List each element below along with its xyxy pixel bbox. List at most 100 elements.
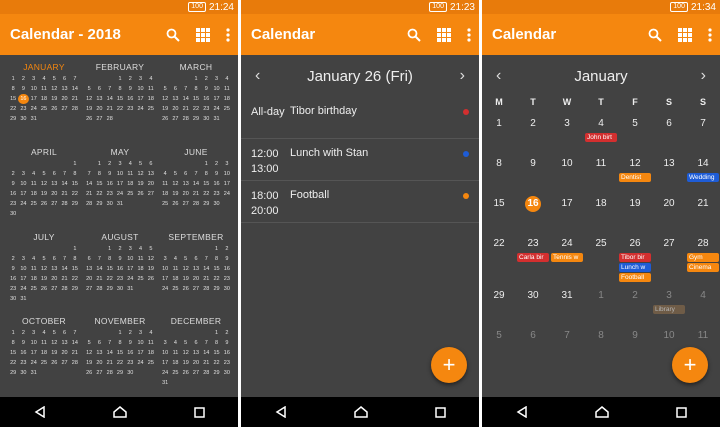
recents-icon[interactable] (193, 406, 205, 418)
mini-day: 24 (20, 285, 27, 292)
event-chip[interactable]: Dentist (619, 173, 651, 182)
mini-day: 23 (127, 106, 134, 112)
event-chip[interactable]: John birt (585, 133, 617, 142)
event-chip[interactable]: Gym (687, 253, 719, 262)
month-may[interactable]: MAY 1 2 3 4 5 6 7 8 9 10 11 12 13 14 15 16 17 18 19 20 21 22 23… (82, 143, 158, 228)
day-cell[interactable]: 15 (482, 190, 516, 230)
month-august[interactable]: AUGUST 1 2 3 4 5 6 7 8 9 10 11 12 13 14 15 16 17 18 19 20 21 2… (82, 228, 158, 313)
view-grid-icon[interactable] (433, 24, 455, 46)
day-cell[interactable]: 5 (482, 322, 516, 362)
day-cell[interactable]: 29 (482, 282, 516, 322)
day-cell[interactable]: 7 (550, 322, 584, 362)
event-chip[interactable]: Tibor bir (619, 253, 651, 262)
mini-day: 2 (11, 255, 15, 262)
navigation-bar (482, 397, 720, 427)
add-event-button[interactable]: + (672, 347, 708, 383)
month-september[interactable]: SEPTEMBER 1 2 3 4 5 6 7 8 9 10 11 12 13 14 15 16 17 18 19 20… (158, 228, 234, 313)
day-cell[interactable]: 12 Dentist (618, 150, 652, 190)
day-cell[interactable]: 14 Wedding (686, 150, 720, 190)
event-chip[interactable]: Lunch w (619, 263, 651, 272)
previous-day-chevron-icon[interactable]: ‹ (255, 67, 260, 85)
day-cell[interactable]: 3 (550, 110, 584, 150)
day-cell[interactable]: 1 (584, 282, 618, 322)
day-cell[interactable]: 6 (652, 110, 686, 150)
day-cell[interactable]: 9 (618, 322, 652, 362)
day-cell[interactable]: 31 (550, 282, 584, 322)
day-cell[interactable]: 1 (482, 110, 516, 150)
view-grid-icon[interactable] (674, 24, 696, 46)
event-row[interactable]: All-day Tibor birthday (241, 97, 479, 139)
day-cell[interactable]: 24 Tennis w (550, 230, 584, 282)
event-chip[interactable]: Tennis w (551, 253, 583, 262)
day-cell[interactable]: 8 (482, 150, 516, 190)
mini-day: 20 (51, 275, 58, 282)
recents-icon[interactable] (434, 406, 446, 418)
back-icon[interactable] (34, 406, 46, 418)
day-cell[interactable]: 16 (516, 190, 550, 230)
month-april[interactable]: APRIL 1 2 3 4 5 6 7 8 9 10 11 12 13 14 15 16 17 18 19 20 21 22… (6, 143, 82, 228)
day-cell[interactable]: 25 (584, 230, 618, 282)
view-grid-icon[interactable] (192, 24, 214, 46)
month-october[interactable]: OCTOBER 1 2 3 4 5 6 7 8 9 10 11 12 13 14 15 16 17 18 19 20 21… (6, 312, 82, 397)
overflow-menu-icon[interactable] (704, 24, 716, 46)
day-cell[interactable]: 5 (618, 110, 652, 150)
day-cell[interactable]: 2 (516, 110, 550, 150)
day-cell[interactable]: 6 (516, 322, 550, 362)
day-cell[interactable]: 30 (516, 282, 550, 322)
day-cell[interactable]: 17 (550, 190, 584, 230)
day-number: 3 (564, 118, 570, 129)
mini-day: 15 (213, 265, 220, 272)
mini-day: 7 (108, 86, 112, 92)
add-event-button[interactable]: + (431, 347, 467, 383)
day-cell[interactable]: 27 (652, 230, 686, 282)
back-icon[interactable] (275, 406, 287, 418)
event-chip[interactable]: Library (653, 305, 685, 314)
next-day-chevron-icon[interactable]: › (460, 67, 465, 85)
day-cell[interactable]: 26 Tibor bir Lunch w Football (618, 230, 652, 282)
day-cell[interactable]: 20 (652, 190, 686, 230)
month-november[interactable]: NOVEMBER 1 2 3 4 5 6 7 8 9 10 11 12 13 14 15 16 17 18 19 20 2… (82, 312, 158, 397)
search-icon[interactable] (162, 24, 184, 46)
blank-day (84, 328, 94, 338)
day-cell[interactable]: 21 (686, 190, 720, 230)
day-cell[interactable]: 8 (584, 322, 618, 362)
day-cell[interactable]: 28 Gym Cinema (686, 230, 720, 282)
day-cell[interactable]: 18 (584, 190, 618, 230)
month-february[interactable]: FEBRUARY 1 2 3 4 5 6 7 8 9 10 11 12 13 14 15 16 17 18 19 20 2… (82, 58, 158, 143)
day-cell[interactable]: 13 (652, 150, 686, 190)
previous-month-chevron-icon[interactable]: ‹ (496, 67, 501, 85)
search-icon[interactable] (644, 24, 666, 46)
home-icon[interactable] (594, 406, 609, 418)
event-chip[interactable]: Carla bir (517, 253, 549, 262)
event-row[interactable]: 18:00 20:00 Football (241, 181, 479, 223)
month-december[interactable]: DECEMBER 1 2 3 4 5 6 7 8 9 10 11 12 13 14 15 16 17 18 19 20 2… (158, 312, 234, 397)
day-cell[interactable]: 4 (686, 282, 720, 322)
day-cell[interactable]: 11 (584, 150, 618, 190)
event-chip[interactable]: Cinema (687, 263, 719, 272)
recents-icon[interactable] (675, 406, 687, 418)
back-icon[interactable] (516, 406, 528, 418)
overflow-menu-icon[interactable] (463, 24, 475, 46)
day-cell[interactable]: 9 (516, 150, 550, 190)
overflow-menu-icon[interactable] (222, 24, 234, 46)
month-january[interactable]: JANUARY 1 2 3 4 5 6 7 8 9 10 11 12 13 14 15 16 17 18 19 20 21… (6, 58, 82, 143)
day-cell[interactable]: 3 Library (652, 282, 686, 322)
event-chip[interactable]: Football (619, 273, 651, 282)
day-cell[interactable]: 22 (482, 230, 516, 282)
month-march[interactable]: MARCH 1 2 3 4 5 6 7 8 9 10 11 12 13 14 15 16 17 18 19 20 21 22… (158, 58, 234, 143)
month-july[interactable]: JULY 1 2 3 4 5 6 7 8 9 10 11 12 13 14 15 16 17 18 19 20 21 22 2… (6, 228, 82, 313)
day-cell[interactable]: 4 John birt (584, 110, 618, 150)
month-june[interactable]: JUNE 1 2 3 4 5 6 7 8 9 10 11 12 13 14 15 16 17 18 19 20 21 22 2… (158, 143, 234, 228)
day-cell[interactable]: 19 (618, 190, 652, 230)
day-cell[interactable]: 2 (618, 282, 652, 322)
home-icon[interactable] (112, 406, 127, 418)
day-number: 30 (527, 290, 539, 301)
day-cell[interactable]: 7 (686, 110, 720, 150)
search-icon[interactable] (403, 24, 425, 46)
home-icon[interactable] (353, 406, 368, 418)
event-chip[interactable]: Wedding (687, 173, 719, 182)
day-cell[interactable]: 10 (550, 150, 584, 190)
day-cell[interactable]: 23 Carla bir (516, 230, 550, 282)
next-month-chevron-icon[interactable]: › (701, 67, 706, 85)
event-row[interactable]: 12:00 13:00 Lunch with Stan (241, 139, 479, 181)
